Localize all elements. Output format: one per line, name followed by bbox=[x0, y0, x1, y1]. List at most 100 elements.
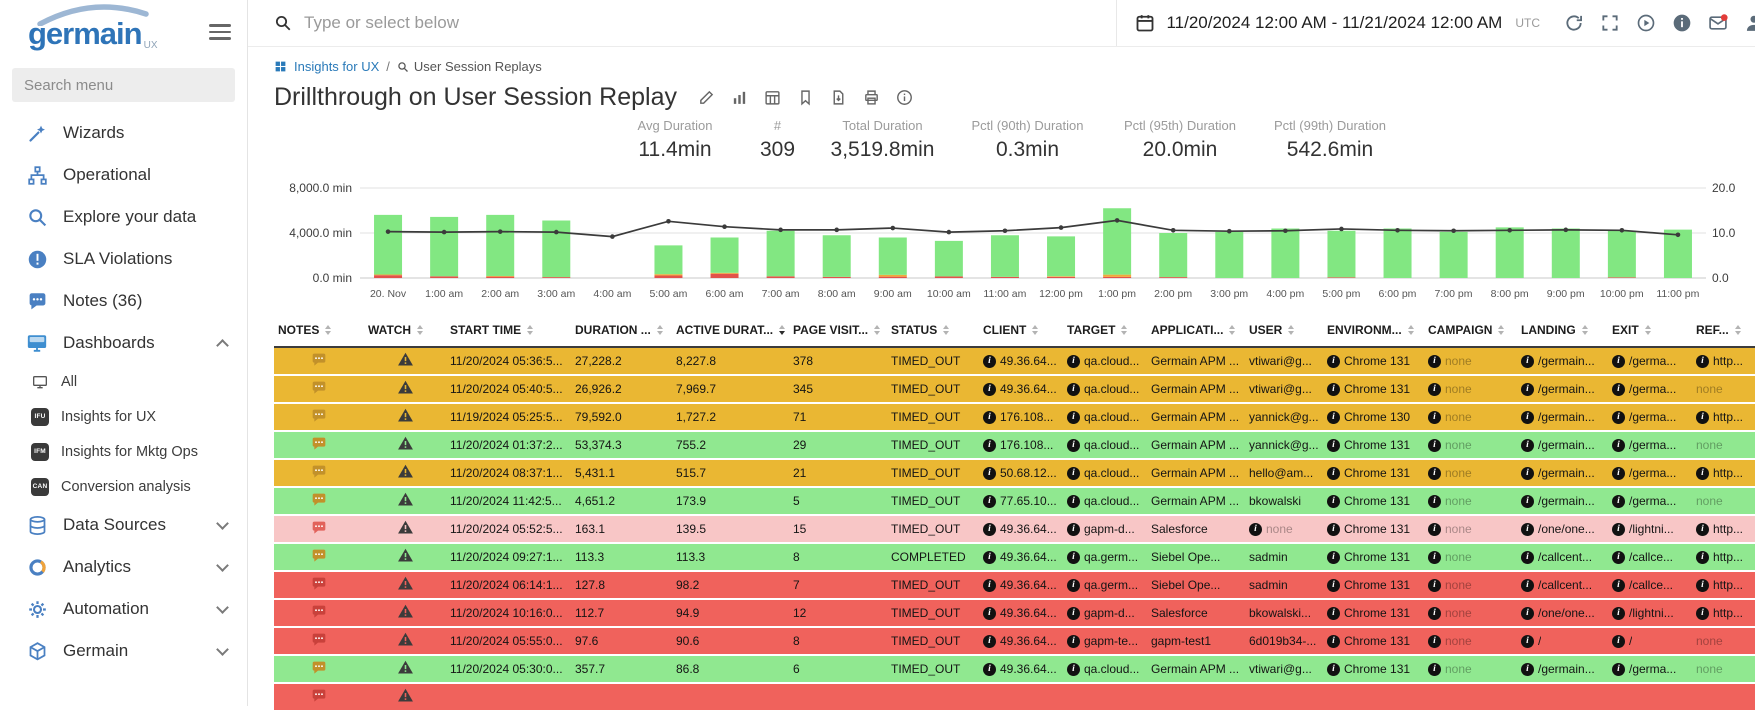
sidebar-item-germain[interactable]: Germain bbox=[0, 630, 247, 672]
info-icon[interactable]: i bbox=[1067, 495, 1080, 508]
info-icon[interactable]: i bbox=[1327, 467, 1340, 480]
sort-icon[interactable] bbox=[1032, 325, 1038, 335]
info-icon[interactable]: i bbox=[1428, 663, 1441, 676]
info-icon[interactable]: i bbox=[1067, 607, 1080, 620]
info-icon[interactable]: i bbox=[1612, 523, 1625, 536]
table-icon[interactable] bbox=[764, 89, 781, 106]
column-header-status[interactable]: STATUS bbox=[887, 314, 979, 347]
info-icon[interactable]: i bbox=[1521, 635, 1534, 648]
info-icon[interactable]: i bbox=[1327, 579, 1340, 592]
info-icon[interactable]: i bbox=[1696, 551, 1709, 564]
watch-warning-icon[interactable] bbox=[397, 547, 414, 564]
session-row[interactable]: 11/20/2024 08:37:1...5,431.1515.721TIMED… bbox=[274, 459, 1755, 487]
info-icon[interactable]: i bbox=[1521, 495, 1534, 508]
info-icon[interactable]: i bbox=[1327, 551, 1340, 564]
watch-warning-icon[interactable] bbox=[397, 575, 414, 592]
info-icon[interactable]: i bbox=[1067, 411, 1080, 424]
info-icon[interactable]: i bbox=[1428, 607, 1441, 620]
watch-warning-icon[interactable] bbox=[397, 687, 414, 704]
watch-warning-icon[interactable] bbox=[397, 435, 414, 452]
sidebar-item-operational[interactable]: Operational bbox=[0, 154, 247, 196]
info-icon[interactable]: i bbox=[1696, 579, 1709, 592]
info-icon[interactable]: i bbox=[1612, 663, 1625, 676]
session-row[interactable]: 11/20/2024 09:27:1...113.3113.38COMPLETE… bbox=[274, 543, 1755, 571]
session-row[interactable]: 11/20/2024 11:42:5...4,651.2173.95TIMED_… bbox=[274, 487, 1755, 515]
watch-warning-icon[interactable] bbox=[397, 519, 414, 536]
info-icon[interactable]: i bbox=[983, 439, 996, 452]
sidebar-item-dashboards[interactable]: Dashboards bbox=[0, 322, 247, 364]
info-icon[interactable]: i bbox=[1521, 579, 1534, 592]
sort-icon[interactable] bbox=[1288, 325, 1294, 335]
session-chart[interactable] bbox=[360, 174, 1706, 284]
watch-warning-icon[interactable] bbox=[397, 603, 414, 620]
sidebar-item-explore-your-data[interactable]: Explore your data bbox=[0, 196, 247, 238]
global-search-input[interactable] bbox=[302, 12, 1116, 34]
column-header-applicati[interactable]: APPLICATI... bbox=[1147, 314, 1245, 347]
info-icon[interactable]: i bbox=[1521, 355, 1534, 368]
sidebar-item-notes[interactable]: Notes (36) bbox=[0, 280, 247, 322]
user-icon[interactable] bbox=[1744, 13, 1755, 33]
sidebar-subitem-all[interactable]: All bbox=[0, 364, 247, 399]
info-icon[interactable]: i bbox=[1521, 383, 1534, 396]
session-row[interactable]: 11/20/2024 05:40:5...26,926.27,969.7345T… bbox=[274, 375, 1755, 403]
notes-icon[interactable] bbox=[311, 660, 327, 676]
column-header-duration[interactable]: DURATION ... bbox=[571, 314, 672, 347]
info-icon[interactable]: i bbox=[1327, 495, 1340, 508]
column-header-exit[interactable]: EXIT bbox=[1608, 314, 1692, 347]
info-icon[interactable]: i bbox=[1612, 355, 1625, 368]
sort-icon[interactable] bbox=[1408, 325, 1414, 335]
notes-icon[interactable] bbox=[311, 548, 327, 564]
info-icon[interactable]: i bbox=[1428, 523, 1441, 536]
sort-icon[interactable] bbox=[1645, 325, 1651, 335]
info-icon[interactable]: i bbox=[1327, 607, 1340, 620]
session-row[interactable]: 11/20/2024 06:14:1...127.898.27TIMED_OUT… bbox=[274, 571, 1755, 599]
breadcrumb-parent[interactable]: Insights for UX bbox=[294, 59, 379, 74]
info-icon[interactable]: i bbox=[983, 635, 996, 648]
info-icon[interactable]: i bbox=[1327, 523, 1340, 536]
sidebar-item-analytics[interactable]: Analytics bbox=[0, 546, 247, 588]
info-icon[interactable]: i bbox=[1067, 663, 1080, 676]
notes-icon[interactable] bbox=[311, 464, 327, 480]
info-icon[interactable]: i bbox=[1327, 355, 1340, 368]
sort-icon[interactable] bbox=[1735, 325, 1741, 335]
sidebar-item-automation[interactable]: Automation bbox=[0, 588, 247, 630]
sidebar-subitem-conversion-analysis[interactable]: CAN Conversion analysis bbox=[0, 469, 247, 504]
sort-icon[interactable] bbox=[1121, 325, 1127, 335]
sort-icon[interactable] bbox=[325, 325, 331, 335]
column-header-page-visit[interactable]: PAGE VISIT... bbox=[789, 314, 887, 347]
sort-icon[interactable] bbox=[1498, 325, 1504, 335]
info-icon[interactable]: i bbox=[1428, 551, 1441, 564]
info-icon[interactable]: i bbox=[1521, 523, 1534, 536]
info-icon[interactable]: i bbox=[983, 523, 996, 536]
bookmark-icon[interactable] bbox=[797, 89, 814, 106]
info-icon[interactable]: i bbox=[1327, 635, 1340, 648]
sort-icon[interactable] bbox=[657, 325, 663, 335]
session-row[interactable]: 11/20/2024 05:55:0...97.690.68TIMED_OUTi… bbox=[274, 627, 1755, 655]
refresh-icon[interactable] bbox=[1564, 13, 1584, 33]
info-icon[interactable]: i bbox=[1612, 411, 1625, 424]
edit-icon[interactable] bbox=[698, 89, 715, 106]
sort-icon[interactable] bbox=[417, 325, 423, 335]
info-icon[interactable]: i bbox=[1327, 411, 1340, 424]
info-icon[interactable]: i bbox=[1696, 523, 1709, 536]
notifications-icon[interactable] bbox=[1708, 13, 1728, 33]
hamburger-menu-icon[interactable] bbox=[209, 20, 231, 44]
session-row[interactable]: 11/20/2024 01:37:2...53,374.3755.229TIME… bbox=[274, 431, 1755, 459]
info-icon[interactable]: i bbox=[1612, 439, 1625, 452]
info-icon[interactable]: i bbox=[1612, 551, 1625, 564]
info-icon[interactable]: i bbox=[983, 607, 996, 620]
info-icon[interactable]: i bbox=[1612, 635, 1625, 648]
info-icon[interactable]: i bbox=[983, 663, 996, 676]
info-icon[interactable]: i bbox=[983, 355, 996, 368]
column-header-client[interactable]: CLIENT bbox=[979, 314, 1063, 347]
sidebar-item-data-sources[interactable]: Data Sources bbox=[0, 504, 247, 546]
notes-icon[interactable] bbox=[311, 352, 327, 368]
session-row[interactable]: 11/20/2024 05:52:5...163.1139.515TIMED_O… bbox=[274, 515, 1755, 543]
info-icon[interactable]: i bbox=[1696, 467, 1709, 480]
bar-chart-icon[interactable] bbox=[731, 89, 748, 106]
notes-icon[interactable] bbox=[311, 604, 327, 620]
info-icon[interactable]: i bbox=[983, 495, 996, 508]
info-icon[interactable]: i bbox=[1428, 495, 1441, 508]
sidebar-subitem-insights-for-ux[interactable]: IFU Insights for UX bbox=[0, 399, 247, 434]
sidebar-item-wizards[interactable]: Wizards bbox=[0, 112, 247, 154]
